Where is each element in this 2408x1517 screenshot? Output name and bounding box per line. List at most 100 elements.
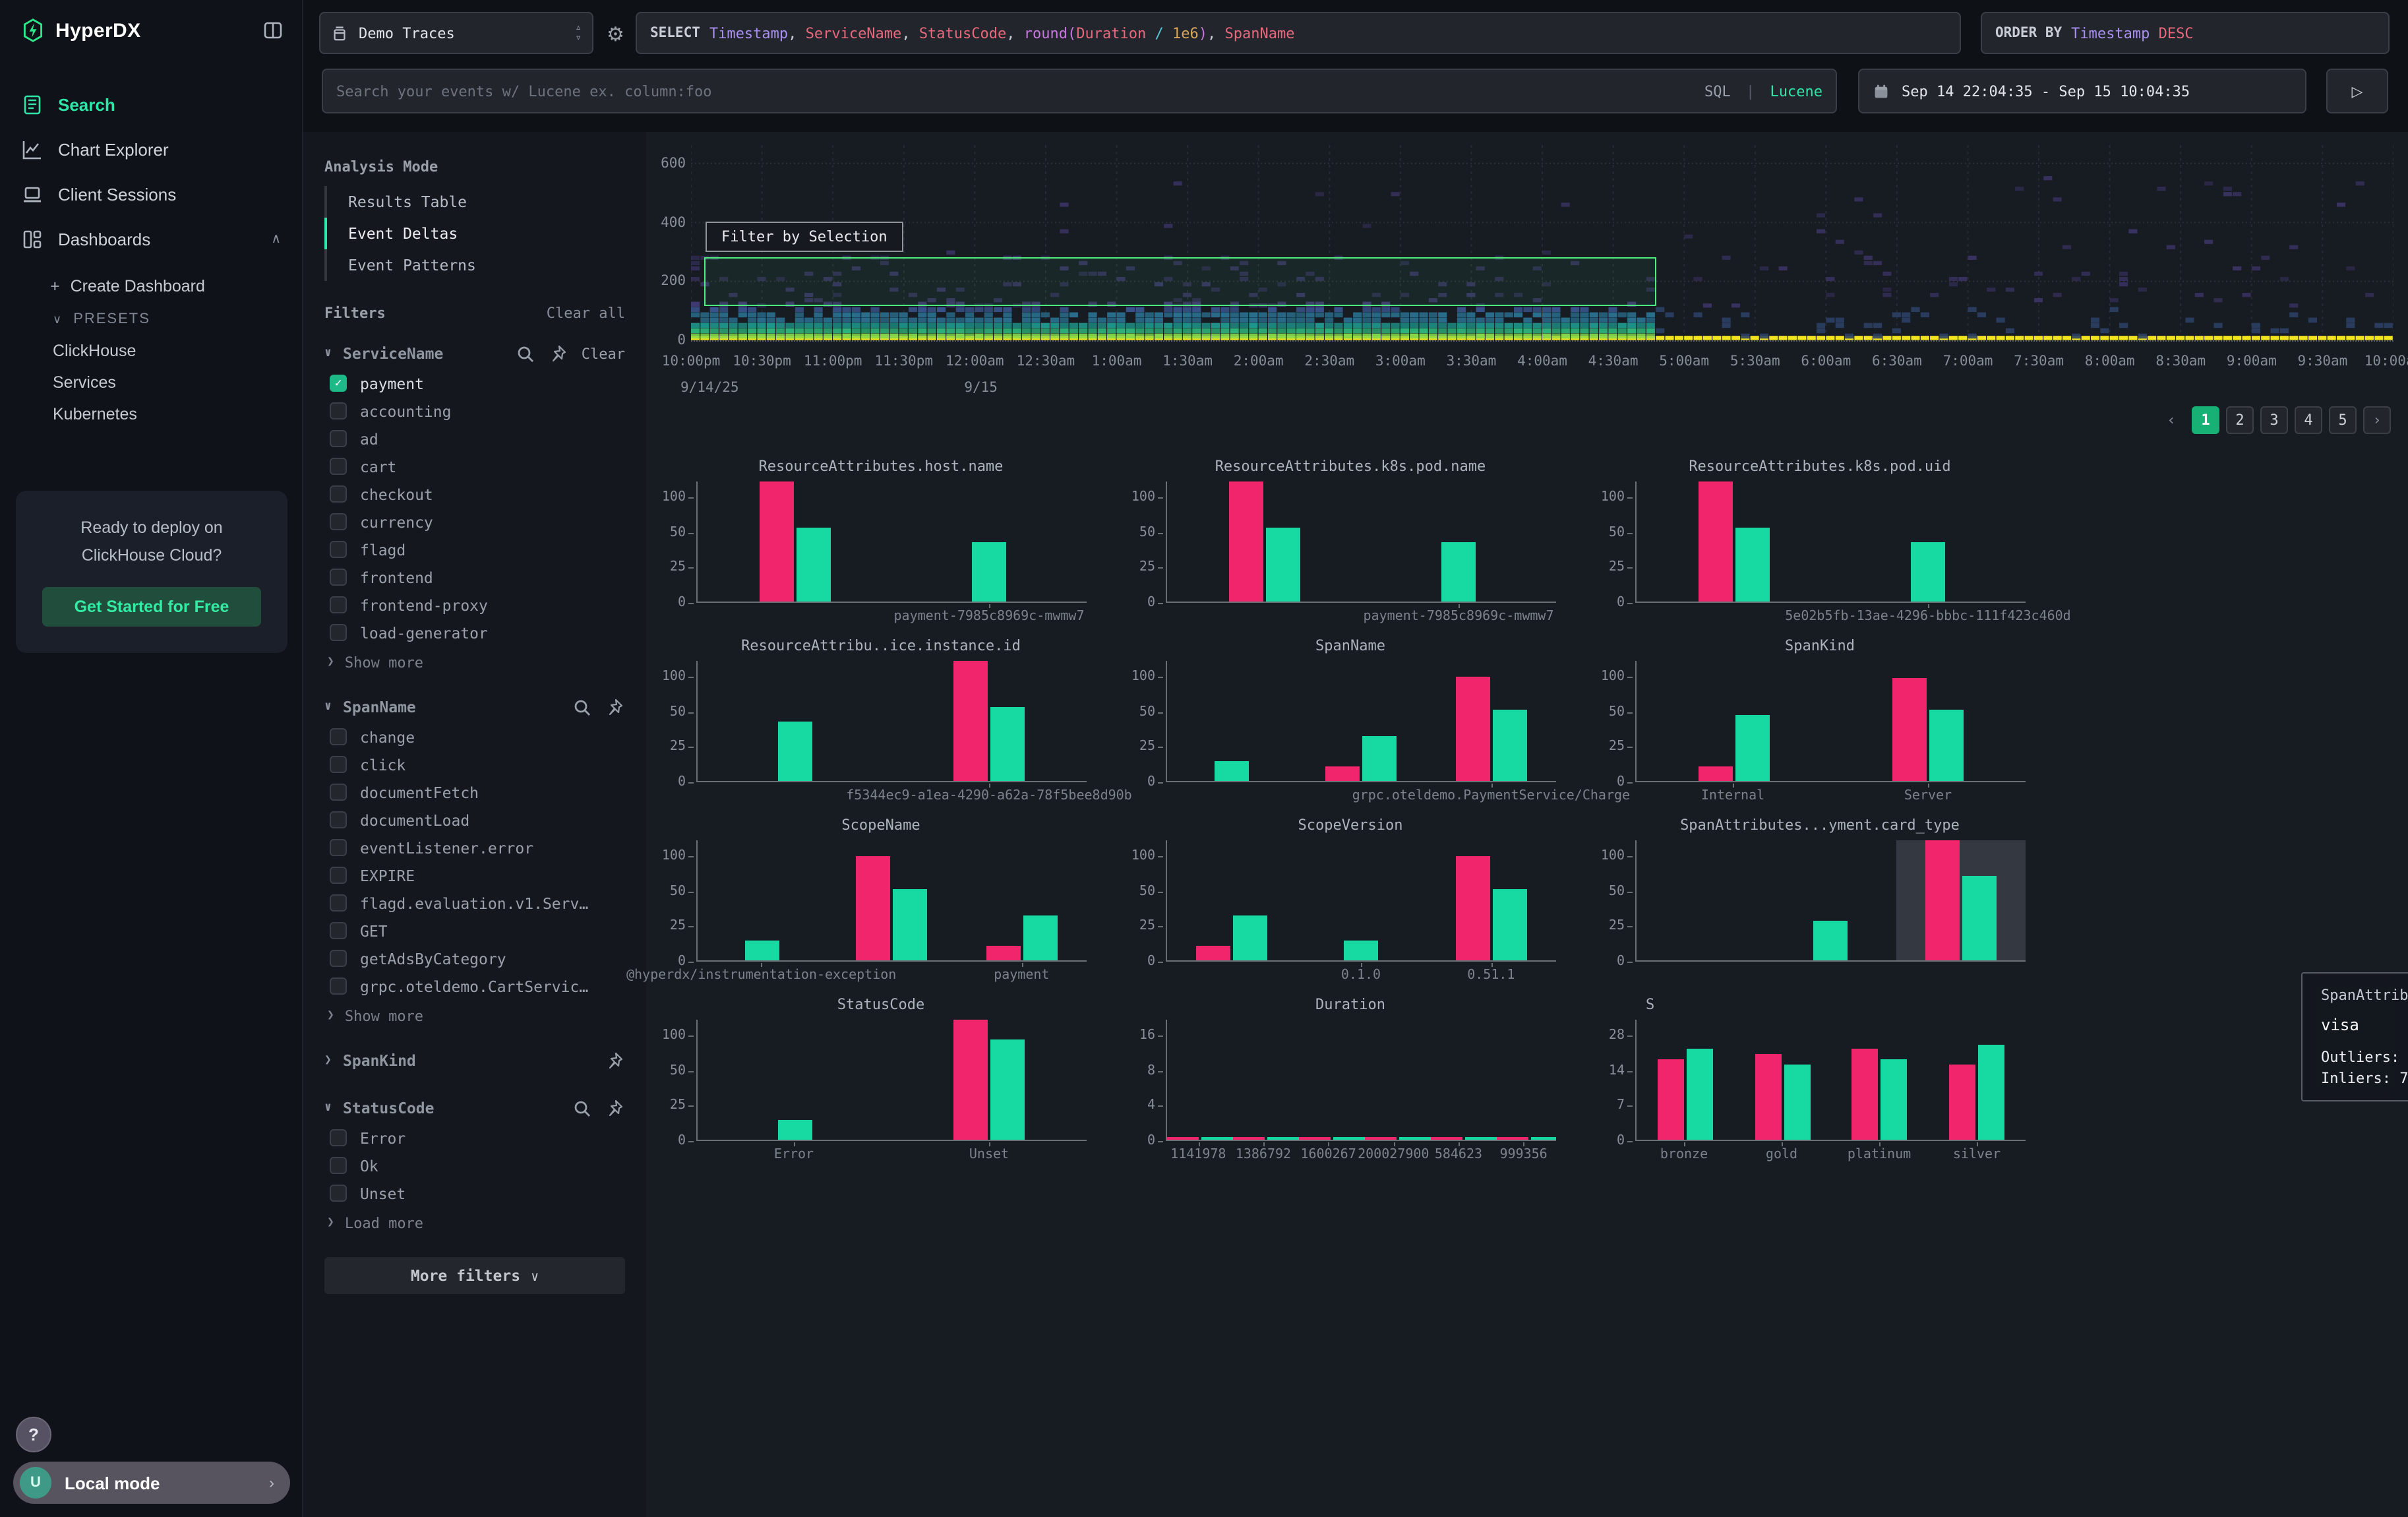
pagination-page-4[interactable]: 4 [2295, 406, 2322, 434]
checkbox[interactable] [330, 1157, 347, 1174]
checkbox[interactable] [330, 728, 347, 745]
filter-option-grpc-oteldemo-cartservic-[interactable]: grpc.oteldemo.CartServic… [324, 972, 625, 1000]
checkbox[interactable] [330, 950, 347, 967]
checkbox[interactable] [330, 624, 347, 641]
filter-option-documentload[interactable]: documentLoad [324, 806, 625, 834]
heatmap-selection[interactable] [705, 257, 1656, 306]
checkbox[interactable] [330, 569, 347, 586]
filter-option-error[interactable]: Error [324, 1124, 625, 1152]
presets-toggle[interactable]: ∨ PRESETS [0, 303, 302, 335]
filter-group-clear-button[interactable]: Clear [582, 345, 625, 362]
pin-icon[interactable] [549, 344, 568, 363]
order-by-input[interactable]: ORDER BY Timestamp DESC [1981, 12, 2390, 54]
pagination-page-5[interactable]: 5 [2329, 406, 2357, 434]
filter-group-header-statuscode[interactable]: ∨StatusCode [324, 1092, 625, 1124]
logo-row: HyperDX [0, 0, 302, 42]
pagination-page-3[interactable]: 3 [2260, 406, 2288, 434]
get-started-button[interactable]: Get Started for Free [42, 588, 261, 627]
pagination-page-1[interactable]: 1 [2192, 406, 2219, 434]
show-more-button[interactable]: ❯Show more [324, 649, 625, 675]
filter-option-currency[interactable]: currency [324, 508, 625, 536]
checkbox[interactable] [330, 756, 347, 773]
checkbox-checked[interactable] [330, 375, 347, 392]
filter-option-load-generator[interactable]: load-generator [324, 619, 625, 646]
sidebar-item-dashboards[interactable]: Dashboards∧ [0, 216, 302, 261]
search-icon[interactable] [516, 344, 535, 363]
checkbox[interactable] [330, 867, 347, 884]
filter-option-documentfetch[interactable]: documentFetch [324, 778, 625, 806]
checkbox[interactable] [330, 839, 347, 856]
show-more-button[interactable]: ❯Show more [324, 1003, 625, 1029]
analysis-mode-event-deltas[interactable]: Event Deltas [327, 218, 625, 249]
checkbox[interactable] [330, 784, 347, 801]
analysis-mode-results-table[interactable]: Results Table [327, 186, 625, 218]
chart-y-tick-label: 50 [670, 884, 686, 898]
sidebar-item-chart-explorer[interactable]: Chart Explorer [0, 127, 302, 171]
checkbox[interactable] [330, 513, 347, 530]
checkbox[interactable] [330, 430, 347, 447]
lucene-toggle[interactable]: Lucene [1770, 82, 1823, 100]
filter-option-click[interactable]: click [324, 751, 625, 778]
filter-option-getadsbycategory[interactable]: getAdsByCategory [324, 944, 625, 972]
checkbox[interactable] [330, 458, 347, 475]
pagination-next[interactable]: › [2363, 406, 2391, 434]
checkbox[interactable] [330, 811, 347, 828]
pin-icon[interactable] [605, 1098, 625, 1118]
filter-group-header-spanname[interactable]: ∨SpanName [324, 691, 625, 723]
search-input[interactable] [336, 82, 1704, 100]
filter-option-accounting[interactable]: accounting [324, 397, 625, 425]
checkbox[interactable] [330, 596, 347, 613]
help-button[interactable]: ? [16, 1417, 51, 1452]
checkbox[interactable] [330, 922, 347, 939]
sidebar-collapse-icon[interactable] [262, 20, 284, 41]
clear-all-button[interactable]: Clear all [547, 305, 625, 322]
filter-option-frontend[interactable]: frontend [324, 563, 625, 591]
filter-option-ad[interactable]: ad [324, 425, 625, 452]
analysis-mode-event-patterns[interactable]: Event Patterns [327, 249, 625, 281]
sidebar-item-client-sessions[interactable]: Client Sessions [0, 171, 302, 216]
filter-option-flagd-evaluation-v1-serv-[interactable]: flagd.evaluation.v1.Serv… [324, 889, 625, 917]
pin-icon[interactable] [605, 1051, 625, 1070]
search-icon[interactable] [572, 1098, 592, 1118]
filter-group-header-spankind[interactable]: ❯SpanKind [324, 1045, 625, 1076]
user-menu[interactable]: U Local mode › [13, 1462, 290, 1504]
select-query-input[interactable]: SELECT Timestamp, ServiceName, StatusCod… [636, 12, 1961, 54]
checkbox[interactable] [330, 485, 347, 503]
load-more-button[interactable]: ❯Load more [324, 1210, 625, 1236]
checkbox[interactable] [330, 1185, 347, 1202]
sql-toggle[interactable]: SQL [1704, 82, 1731, 100]
heatmap-plot[interactable] [691, 145, 2393, 343]
pagination-prev[interactable]: ‹ [2157, 406, 2185, 434]
create-dashboard-button[interactable]: + Create Dashboard [0, 269, 302, 303]
filter-option-frontend-proxy[interactable]: frontend-proxy [324, 591, 625, 619]
run-query-button[interactable]: ▷ [2326, 69, 2388, 113]
filter-option-payment[interactable]: payment [324, 369, 625, 397]
more-filters-button[interactable]: More filters∨ [324, 1257, 625, 1294]
filter-option-ok[interactable]: Ok [324, 1152, 625, 1179]
checkbox[interactable] [330, 894, 347, 912]
filter-group-header-servicename[interactable]: ∨ServiceNameClear [324, 338, 625, 369]
preset-kubernetes[interactable]: Kubernetes [0, 398, 302, 430]
pin-icon[interactable] [605, 697, 625, 717]
checkbox[interactable] [330, 977, 347, 995]
source-select[interactable]: Demo Traces ▵▿ [319, 12, 593, 54]
sidebar-item-search[interactable]: Search [0, 82, 302, 127]
filter-option-checkout[interactable]: checkout [324, 480, 625, 508]
checkbox[interactable] [330, 402, 347, 419]
date-range-picker[interactable]: Sep 14 22:04:35 - Sep 15 10:04:35 [1858, 69, 2306, 113]
filter-option-cart[interactable]: cart [324, 452, 625, 480]
filter-by-selection-button[interactable]: Filter by Selection [706, 222, 903, 252]
search-icon[interactable] [572, 697, 592, 717]
preset-services[interactable]: Services [0, 367, 302, 398]
checkbox[interactable] [330, 541, 347, 558]
checkbox[interactable] [330, 1129, 347, 1146]
pagination-page-2[interactable]: 2 [2226, 406, 2254, 434]
filter-option-eventlistener-error[interactable]: eventListener.error [324, 834, 625, 861]
filter-option-get[interactable]: GET [324, 917, 625, 944]
filter-option-flagd[interactable]: flagd [324, 536, 625, 563]
filter-option-change[interactable]: change [324, 723, 625, 751]
filter-option-expire[interactable]: EXPIRE [324, 861, 625, 889]
gear-icon[interactable]: ⚙ [607, 22, 624, 46]
preset-clickhouse[interactable]: ClickHouse [0, 335, 302, 367]
filter-option-unset[interactable]: Unset [324, 1179, 625, 1207]
